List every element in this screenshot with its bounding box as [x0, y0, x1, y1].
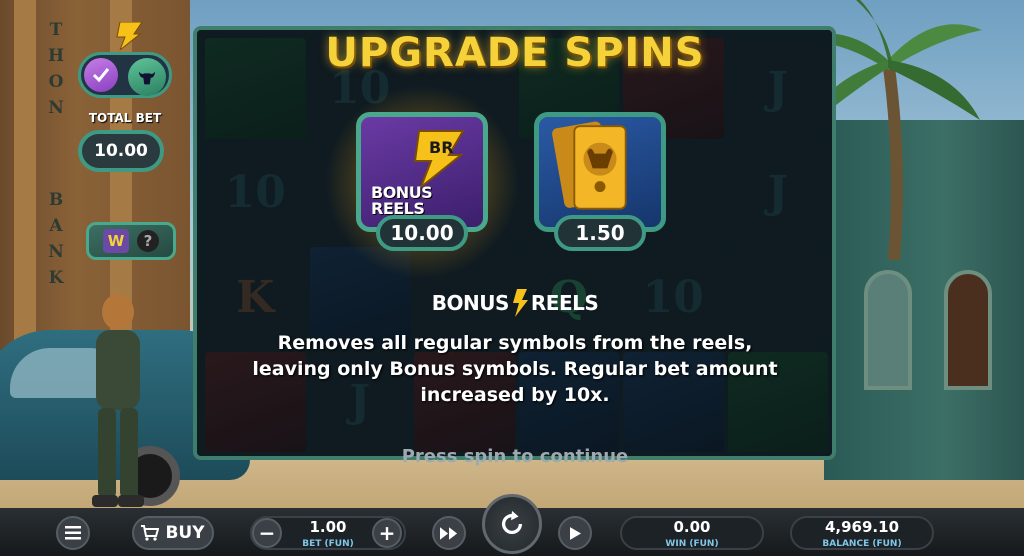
lightning-icon	[512, 289, 528, 317]
question-icon: ?	[137, 230, 159, 252]
option-gold-card[interactable]: 1.50	[530, 112, 670, 252]
bank-letter: T	[49, 20, 63, 40]
autoplay-button[interactable]	[558, 516, 592, 550]
spin-refresh-icon	[501, 510, 523, 534]
logo-text-left: BONUS	[431, 291, 510, 315]
menu-button[interactable]	[56, 516, 90, 550]
bonus-reels-label: BONUS REELS	[371, 183, 433, 218]
bonus-reels-logo: BONUS REELS	[425, 288, 605, 318]
minus-icon: −	[258, 521, 276, 545]
bank-letter: H	[47, 46, 65, 66]
balance-label: BALANCE (FUN)	[822, 539, 902, 549]
bank-letter: K	[48, 268, 64, 288]
win-value: 0.00	[673, 518, 711, 536]
hamburger-icon	[65, 526, 81, 540]
bank-letter: N	[48, 98, 64, 118]
game-scene: T H O N B A N K UPGRADE SPINS BR BONUS R…	[0, 0, 1024, 556]
bank-letter	[44, 124, 68, 184]
bet-label: BET (FUN)	[302, 539, 354, 549]
logo-text-right: REELS	[530, 291, 599, 315]
cart-icon	[141, 525, 160, 541]
feature-info-button[interactable]: W ?	[86, 222, 176, 260]
fast-forward-icon	[440, 526, 458, 540]
option-card	[534, 112, 666, 232]
bank-letter: N	[48, 242, 64, 262]
turbo-button[interactable]	[432, 516, 466, 550]
bull-icon	[128, 58, 166, 96]
total-bet-value: 10.00	[78, 130, 164, 172]
check-icon	[84, 58, 118, 92]
bet-increase-button[interactable]: +	[372, 518, 402, 548]
plus-icon: +	[378, 521, 396, 545]
upgrade-spins-modal: UPGRADE SPINS BR BONUS REELS 10.00 1.50 …	[200, 26, 830, 476]
play-icon	[569, 526, 581, 540]
balance-value: 4,969.10	[824, 518, 900, 536]
option-price: 1.50	[554, 215, 646, 251]
win-label: WIN (FUN)	[665, 539, 719, 549]
building-door	[944, 270, 992, 390]
option-bonus-reels[interactable]: BR BONUS REELS 10.00	[324, 84, 520, 280]
option-description: Removes all regular symbols from the ree…	[252, 332, 778, 406]
total-bet-label: TOTAL BET	[88, 111, 162, 125]
option-card: BR BONUS REELS	[356, 112, 488, 232]
br-lightning-icon	[116, 22, 143, 50]
spin-button[interactable]	[482, 494, 542, 554]
buy-label: BUY	[165, 523, 205, 543]
bank-sign: T H O N B A N K	[44, 20, 68, 288]
wild-icon: W	[103, 229, 129, 253]
br-lightning-icon: BR	[413, 130, 465, 187]
panther-character-icon	[92, 294, 144, 507]
option-price: 10.00	[376, 215, 468, 251]
bank-letter: B	[48, 190, 64, 210]
ante-bet-toggle[interactable]	[78, 52, 172, 98]
bank-letter: A	[49, 216, 63, 236]
modal-title: UPGRADE SPINS	[325, 30, 705, 76]
bank-letter: O	[48, 72, 64, 92]
building-window	[864, 270, 912, 390]
svg-text:BR: BR	[429, 138, 454, 157]
press-spin-prompt: Press spin to continue	[401, 446, 629, 467]
buy-button[interactable]: BUY	[132, 516, 214, 550]
bet-value: 1.00	[309, 518, 347, 536]
bet-decrease-button[interactable]: −	[252, 518, 282, 548]
golden-bull-card-icon	[552, 121, 627, 210]
